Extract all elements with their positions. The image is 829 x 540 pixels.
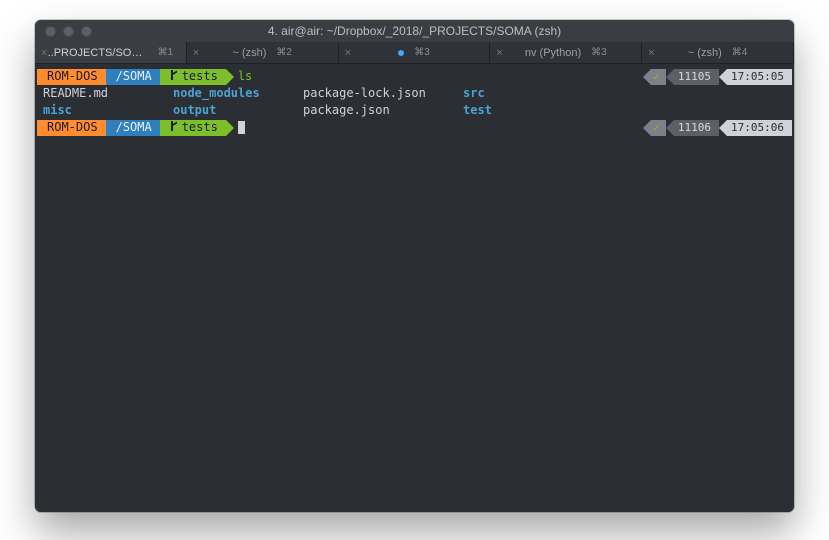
close-icon[interactable] xyxy=(45,26,56,37)
zoom-icon[interactable] xyxy=(81,26,92,37)
prompt-user-segment: ROM-DOS xyxy=(37,120,106,136)
dir-entry: misc xyxy=(43,102,173,119)
file-entry: package-lock.json xyxy=(303,85,463,102)
tab-3[interactable]: × ⌘3 xyxy=(339,42,491,63)
tab-shortcut: ⌘4 xyxy=(732,47,748,58)
tab-bar: × ..PROJECTS/SOMA (… ⌘1 × ~ (zsh) ⌘2 × ⌘… xyxy=(35,42,794,64)
close-tab-icon[interactable]: × xyxy=(193,47,199,59)
minimize-icon[interactable] xyxy=(63,26,74,37)
tab-5[interactable]: × ~ (zsh) ⌘4 xyxy=(642,42,794,63)
process-indicator-icon xyxy=(398,50,404,56)
status-ok-icon: ✓ xyxy=(651,120,666,136)
dir-entry: node_modules xyxy=(173,85,303,102)
timestamp: 17:05:06 xyxy=(727,120,792,136)
close-tab-icon[interactable]: × xyxy=(496,47,502,59)
prompt-git-segment: tests xyxy=(160,120,226,136)
git-branch-icon xyxy=(170,70,178,80)
traffic-lights xyxy=(35,26,92,37)
tab-label: nv (Python) xyxy=(525,47,581,59)
tab-1[interactable]: × ..PROJECTS/SOMA (… ⌘1 xyxy=(35,42,187,63)
prompt-path-segment: /SOMA xyxy=(106,69,160,85)
history-number: 11106 xyxy=(674,120,719,136)
chevron-left-icon xyxy=(643,69,651,85)
tab-label: ~ (zsh) xyxy=(232,47,266,59)
terminal-body[interactable]: ROM-DOS /SOMA tests ls ✓ 11105 17:05:05 … xyxy=(35,64,794,512)
history-number: 11105 xyxy=(674,69,719,85)
window-title: 4. air@air: ~/Dropbox/_2018/_PROJECTS/SO… xyxy=(268,24,561,38)
cursor xyxy=(238,121,245,134)
chevron-left-icon xyxy=(643,120,651,136)
ls-output: README.md node_modules package-lock.json… xyxy=(37,85,792,119)
file-entry: README.md xyxy=(43,85,173,102)
prompt-user-segment: ROM-DOS xyxy=(37,69,106,85)
chevron-left-icon xyxy=(666,120,674,136)
tab-shortcut: ⌘1 xyxy=(158,47,174,58)
file-entry: package.json xyxy=(303,102,463,119)
close-tab-icon[interactable]: × xyxy=(648,47,654,59)
tab-shortcut: ⌘3 xyxy=(591,47,607,58)
tab-2[interactable]: × ~ (zsh) ⌘2 xyxy=(187,42,339,63)
chevron-left-icon xyxy=(719,120,727,136)
tab-label: ~ (zsh) xyxy=(688,47,722,59)
terminal-window: 4. air@air: ~/Dropbox/_2018/_PROJECTS/SO… xyxy=(35,20,794,512)
prompt-row: ROM-DOS /SOMA tests ✓ 11106 17:05:06 xyxy=(37,119,792,136)
dir-entry: output xyxy=(173,102,303,119)
titlebar[interactable]: 4. air@air: ~/Dropbox/_2018/_PROJECTS/SO… xyxy=(35,20,794,42)
prompt-git-segment: tests xyxy=(160,69,226,85)
prompt-row: ROM-DOS /SOMA tests ls ✓ 11105 17:05:05 xyxy=(37,68,792,85)
prompt-r-status: ✓ 11105 17:05:05 xyxy=(643,69,792,85)
close-tab-icon[interactable]: × xyxy=(41,47,47,59)
dir-entry: test xyxy=(463,102,543,119)
command-text: ls xyxy=(238,68,252,85)
tab-shortcut: ⌘2 xyxy=(276,47,292,58)
tab-shortcut: ⌘3 xyxy=(414,47,430,58)
tab-label: ..PROJECTS/SOMA (… xyxy=(48,47,148,59)
prompt-r-status: ✓ 11106 17:05:06 xyxy=(643,120,792,136)
tab-4[interactable]: × nv (Python) ⌘3 xyxy=(490,42,642,63)
timestamp: 17:05:05 xyxy=(727,69,792,85)
status-ok-icon: ✓ xyxy=(651,69,666,85)
chevron-left-icon xyxy=(719,69,727,85)
close-tab-icon[interactable]: × xyxy=(345,47,351,59)
git-branch-icon xyxy=(170,121,178,131)
dir-entry: src xyxy=(463,85,543,102)
chevron-left-icon xyxy=(666,69,674,85)
prompt-path-segment: /SOMA xyxy=(106,120,160,136)
